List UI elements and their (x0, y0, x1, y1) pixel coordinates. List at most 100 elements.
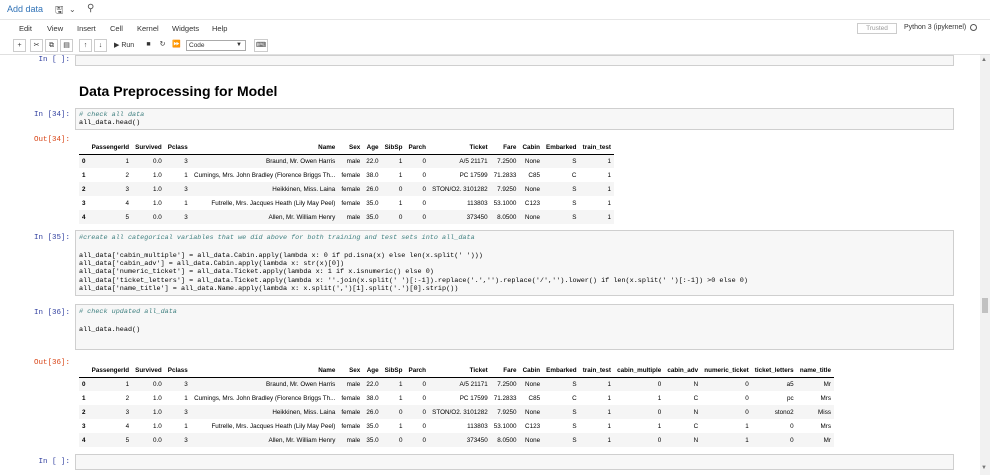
table-cell: 1.0 (152, 171, 162, 179)
row-index: 4 (82, 213, 86, 221)
table-cell: Mrs (820, 394, 832, 402)
table-cell: 7.2500 (497, 380, 517, 388)
table-cell: female (341, 422, 361, 430)
table-cell: 0.0 (152, 436, 162, 444)
table-cell: 0 (657, 408, 662, 416)
table-cell: male (346, 157, 361, 165)
move-down-icon[interactable]: ↓ (94, 39, 107, 52)
menu-edit[interactable]: Edit (19, 24, 32, 33)
fast-forward-icon[interactable]: ⏩ (171, 39, 182, 52)
menu-kernel[interactable]: Kernel (137, 24, 159, 33)
output-prompt-36: Out[36]: (33, 359, 70, 367)
trusted-badge[interactable]: Trusted (857, 23, 897, 34)
run-button[interactable]: ▶ Run (114, 39, 140, 52)
table-cell: N (693, 380, 699, 388)
restart-icon[interactable]: ↻ (157, 39, 168, 52)
column-header (79, 365, 89, 378)
chevron-down-icon[interactable]: ⌄ (69, 5, 76, 14)
table-cell: 0.0 (152, 213, 162, 221)
table-cell: N (693, 436, 699, 444)
column-header: Fare (490, 365, 520, 378)
menu-widgets[interactable]: Widgets (172, 24, 199, 33)
column-header: cabin_multiple (614, 365, 665, 378)
row-index: 3 (82, 422, 86, 430)
code-line: all_data['name_title'] = all_data.Name.a… (79, 285, 459, 293)
add-cell-button[interactable]: + (13, 39, 26, 52)
table-cell: 1 (398, 157, 403, 165)
row-index: 3 (82, 199, 86, 207)
table-cell: 5 (125, 213, 130, 221)
table-cell: 1 (125, 157, 130, 165)
code-line: #create all categorical variables that w… (79, 234, 475, 242)
menu-view[interactable]: View (47, 24, 63, 33)
table-cell: Heikkinen, Miss. Laina (272, 185, 336, 193)
table-cell: 4 (125, 422, 130, 430)
code-line: all_data['numeric_ticket'] = all_data.Ti… (79, 268, 434, 276)
scroll-down-icon[interactable]: ▼ (981, 465, 987, 471)
scrollbar[interactable] (980, 55, 990, 475)
table-cell: 1 (398, 380, 403, 388)
move-up-icon[interactable]: ↑ (79, 39, 92, 52)
cell-type-select[interactable]: Code ▼ (186, 40, 246, 51)
code-line: all_data['cabin_multiple'] = all_data.Ca… (79, 252, 483, 260)
column-header: PassengerId (88, 142, 133, 155)
code-cell-empty-bottom[interactable] (75, 454, 954, 470)
table-cell: female (341, 171, 361, 179)
menu-insert[interactable]: Insert (77, 24, 96, 33)
table-cell: S (572, 380, 577, 388)
table-cell: 1 (657, 422, 662, 430)
table-cell: None (524, 185, 540, 193)
chevron-down-icon: ▼ (236, 42, 242, 48)
table-cell: 1.0 (152, 422, 162, 430)
table-cell: 2 (125, 171, 130, 179)
table-cell: 3 (125, 185, 130, 193)
code-line: # check updated all_data (79, 308, 177, 316)
table-cell: Allen, Mr. William Henry (268, 436, 336, 444)
table-cell: 0.0 (152, 380, 162, 388)
table-cell: 7.9250 (497, 185, 517, 193)
keyboard-icon[interactable]: ⌨ (254, 39, 268, 52)
scroll-up-icon[interactable]: ▲ (981, 57, 987, 63)
row-index: 2 (82, 408, 86, 416)
table-cell: 0 (422, 185, 426, 193)
stop-icon[interactable]: ■ (143, 39, 154, 52)
column-header: Embarked (542, 142, 580, 155)
kernel-name[interactable]: Python 3 (ipykernel) (904, 24, 966, 31)
table-cell: Mrs (820, 422, 832, 430)
table-cell: 1 (184, 422, 188, 430)
table-cell: 38.0 (366, 171, 379, 179)
table-cell: 0 (422, 394, 427, 402)
table-cell: Futrelle, Mrs. Jacques Heath (Lily May P… (211, 199, 336, 207)
code-cell-empty-top[interactable] (75, 55, 954, 66)
table-cell: 71.2833 (493, 394, 517, 402)
menu-help[interactable]: Help (212, 24, 227, 33)
add-data-link[interactable]: Add data (7, 4, 43, 14)
table-cell: 1 (607, 157, 611, 165)
share-icon[interactable]: ⚲ (87, 3, 94, 14)
code-cell-36[interactable] (75, 304, 954, 350)
code-cell-34[interactable] (75, 108, 954, 130)
table-cell: 0 (398, 185, 403, 193)
table-header-row: PassengerId Survived Pclass Name Sex Age SibSp… (79, 365, 834, 378)
paste-icon[interactable]: ▤ (60, 39, 73, 52)
table-cell: 1 (745, 422, 749, 430)
table-cell: A/5 21171 (459, 380, 488, 388)
table-cell: 0 (422, 380, 427, 388)
table-cell: 3 (184, 185, 188, 193)
save-icon[interactable]: 🖫 (55, 3, 64, 20)
table-cell: None (525, 408, 541, 416)
table-cell: 113803 (467, 422, 488, 430)
cell-type-value: Code (189, 42, 205, 49)
menu-cell[interactable]: Cell (110, 24, 123, 33)
table-cell: 35.0 (366, 199, 379, 207)
table-cell: 0 (422, 171, 426, 179)
cut-icon[interactable]: ✂ (30, 39, 43, 52)
table-cell: S (572, 422, 577, 430)
dataframe-output-34: PassengerId Survived Pclass Name Sex Age SibSp… (79, 142, 614, 224)
table-cell: 1 (184, 199, 188, 207)
column-header: train_test (579, 365, 615, 378)
scrollbar-thumb[interactable] (982, 298, 988, 313)
copy-icon[interactable]: ⧉ (45, 39, 58, 52)
cell-prompt-35: In [35]: (33, 234, 70, 242)
column-header: Pclass (164, 365, 191, 378)
